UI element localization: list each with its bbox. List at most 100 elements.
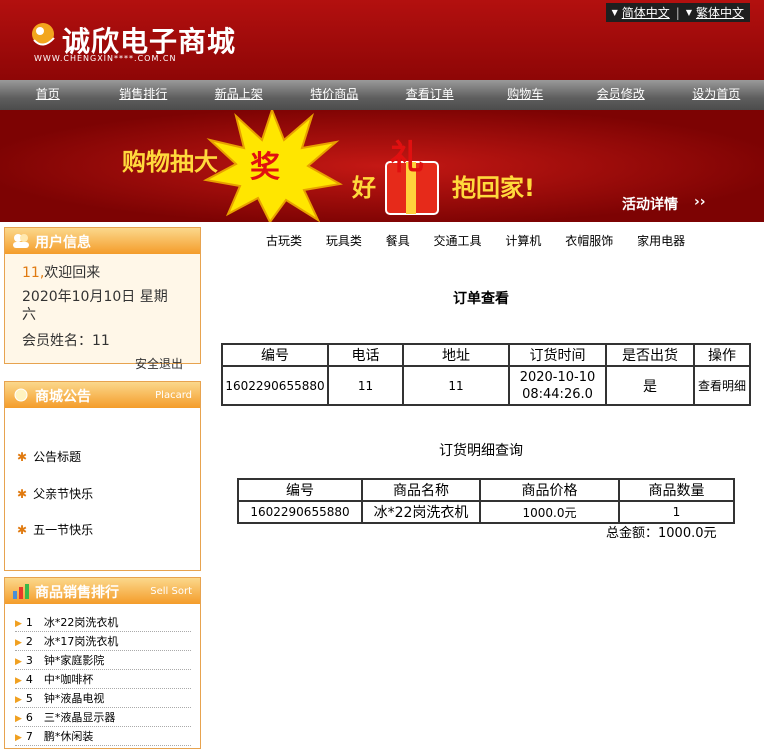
nav-set-homepage[interactable]: 设为首页 xyxy=(669,80,764,110)
detail-quantity: 1 xyxy=(619,501,734,523)
logout-link[interactable]: 安全退出 xyxy=(135,355,183,372)
banner-line1: 购物抽大 xyxy=(122,142,218,177)
banner-line2b: 抱回家! xyxy=(452,168,535,203)
notice-item[interactable]: ✱五一节快乐 xyxy=(17,521,93,538)
sell-rank-header: 商品销售排行 Sell Sort xyxy=(5,578,200,604)
detail-title: 订货明细查询 xyxy=(439,440,523,460)
col-header: 是否出货 xyxy=(606,344,694,366)
col-header: 操作 xyxy=(694,344,750,366)
bulb-icon xyxy=(11,387,31,403)
category-link[interactable]: 玩具类 xyxy=(326,234,362,248)
logo-mark-icon xyxy=(30,20,56,48)
col-header: 订货时间 xyxy=(509,344,606,366)
notice-title: 商城公告 xyxy=(35,386,91,406)
rank-item[interactable]: ▶1冰*22岗洗衣机 xyxy=(15,613,191,632)
banner-details-link[interactable]: 活动详情 xyxy=(622,194,678,214)
detail-product-name: 冰*22岗洗衣机 xyxy=(362,501,480,523)
welcome-line: 11,欢迎回来 xyxy=(22,262,100,282)
category-link[interactable]: 古玩类 xyxy=(266,234,302,248)
order-title: 订单查看 xyxy=(453,288,509,308)
category-link[interactable]: 衣帽服饰 xyxy=(565,234,613,248)
nav-special-offers[interactable]: 特价商品 xyxy=(287,80,383,110)
arrow-right-icon: ▶ xyxy=(15,695,22,705)
col-header: 编号 xyxy=(238,479,362,501)
notice-en-label: Placard xyxy=(155,390,192,401)
order-address: 11 xyxy=(403,366,509,405)
order-time: 2020-10-1008:44:26.0 xyxy=(509,366,606,405)
rank-item[interactable]: ▶7鹏*休闲装 xyxy=(15,727,191,746)
notice-header: 商城公告 Placard xyxy=(5,382,200,408)
date-line: 2020年10月10日 星期 xyxy=(22,286,168,306)
order-id: 1602290655880 xyxy=(222,366,328,405)
arrow-right-icon: ▶ xyxy=(15,676,22,686)
promo-banner[interactable]: 购物抽大 奖 好 礼 抱回家! 活动详情 ›› xyxy=(0,110,764,222)
rank-item[interactable]: ▶2冰*17岗洗衣机 xyxy=(15,632,191,651)
category-link[interactable]: 家用电器 xyxy=(637,234,685,248)
sell-rank-panel: 商品销售排行 Sell Sort ▶1冰*22岗洗衣机 ▶2冰*17岗洗衣机 ▶… xyxy=(4,577,201,749)
nav-home[interactable]: 首页 xyxy=(0,80,96,110)
bullet-icon: ✱ xyxy=(17,487,27,501)
simplified-chinese-link[interactable]: 简体中文 xyxy=(622,4,670,21)
arrow-right-icon: ▶ xyxy=(15,619,22,629)
user-info-title: 用户信息 xyxy=(35,232,91,252)
sell-rank-title: 商品销售排行 xyxy=(35,582,119,602)
col-header: 商品数量 xyxy=(619,479,734,501)
notice-panel: 商城公告 Placard ✱公告标题 ✱父亲节快乐 ✱五一节快乐 xyxy=(4,381,201,571)
traditional-chinese-link[interactable]: 繁体中文 xyxy=(696,4,744,21)
col-header: 电话 xyxy=(328,344,403,366)
rank-item[interactable]: ▶3钟*家庭影院 xyxy=(15,651,191,670)
double-chevron-icon: ›› xyxy=(694,194,706,210)
category-link[interactable]: 交通工具 xyxy=(434,234,482,248)
user-info-header: 用户信息 xyxy=(5,228,200,254)
table-header-row: 编号 商品名称 商品价格 商品数量 xyxy=(238,479,734,501)
users-icon xyxy=(11,233,31,249)
bar-chart-icon xyxy=(11,583,31,599)
triangle-down-icon: ▼ xyxy=(612,8,618,17)
category-link[interactable]: 计算机 xyxy=(505,234,541,248)
rank-item[interactable]: ▶4中*咖啡杯 xyxy=(15,670,191,689)
table-row: 1602290655880 11 11 2020-10-1008:44:26.0… xyxy=(222,366,750,405)
table-row: 1602290655880 冰*22岗洗衣机 1000.0元 1 xyxy=(238,501,734,523)
col-header: 地址 xyxy=(403,344,509,366)
order-table: 编号 电话 地址 订货时间 是否出货 操作 1602290655880 11 1… xyxy=(221,343,751,406)
bullet-icon: ✱ xyxy=(17,450,27,464)
site-header: 诚欣电子商城 WWW.CHENGXIN****.COM.CN ▼ 简体中文 | … xyxy=(0,0,764,80)
view-detail-link[interactable]: 查看明细 xyxy=(694,366,750,405)
main-nav: 首页 销售排行 新品上架 特价商品 查看订单 购物车 会员修改 设为首页 xyxy=(0,80,764,110)
arrow-right-icon: ▶ xyxy=(15,733,22,743)
arrow-right-icon: ▶ xyxy=(15,657,22,667)
order-phone: 11 xyxy=(328,366,403,405)
category-link[interactable]: 餐具 xyxy=(386,234,410,248)
notice-item[interactable]: ✱公告标题 xyxy=(17,448,81,465)
banner-line2a: 好 xyxy=(352,168,376,203)
order-shipped: 是 xyxy=(606,366,694,405)
lang-separator: | xyxy=(676,6,680,20)
user-info-panel: 用户信息 11,欢迎回来 2020年10月10日 星期 六 会员姓名：11 安全… xyxy=(4,227,201,364)
nav-view-orders[interactable]: 查看订单 xyxy=(382,80,478,110)
arrow-right-icon: ▶ xyxy=(15,638,22,648)
nav-cart[interactable]: 购物车 xyxy=(478,80,574,110)
weekday-line: 六 xyxy=(22,304,36,324)
detail-price: 1000.0元 xyxy=(480,501,619,523)
banner-gift-char: 礼 xyxy=(390,130,424,179)
detail-id: 1602290655880 xyxy=(238,501,362,523)
arrow-right-icon: ▶ xyxy=(15,714,22,724)
sell-rank-en-label: Sell Sort xyxy=(150,586,192,597)
col-header: 商品价格 xyxy=(480,479,619,501)
col-header: 商品名称 xyxy=(362,479,480,501)
triangle-down-icon: ▼ xyxy=(686,8,692,17)
notice-item[interactable]: ✱父亲节快乐 xyxy=(17,485,93,502)
nav-sales-rank[interactable]: 销售排行 xyxy=(96,80,192,110)
detail-table: 编号 商品名称 商品价格 商品数量 1602290655880 冰*22岗洗衣机… xyxy=(237,478,735,524)
table-header-row: 编号 电话 地址 订货时间 是否出货 操作 xyxy=(222,344,750,366)
nav-member-edit[interactable]: 会员修改 xyxy=(573,80,669,110)
rank-item[interactable]: ▶6三*液晶显示器 xyxy=(15,708,191,727)
category-bar: 古玩类 玩具类 餐具 交通工具 计算机 衣帽服饰 家用电器 xyxy=(266,232,705,249)
bullet-icon: ✱ xyxy=(17,523,27,537)
logo-url: WWW.CHENGXIN****.COM.CN xyxy=(34,54,176,63)
total-amount: 总金额：1000.0元 xyxy=(606,522,717,541)
nav-new-products[interactable]: 新品上架 xyxy=(191,80,287,110)
rank-item[interactable]: ▶5钟*液晶电视 xyxy=(15,689,191,708)
language-switch: ▼ 简体中文 | ▼ 繁体中文 xyxy=(606,3,750,22)
banner-burst: 奖 xyxy=(250,142,280,186)
